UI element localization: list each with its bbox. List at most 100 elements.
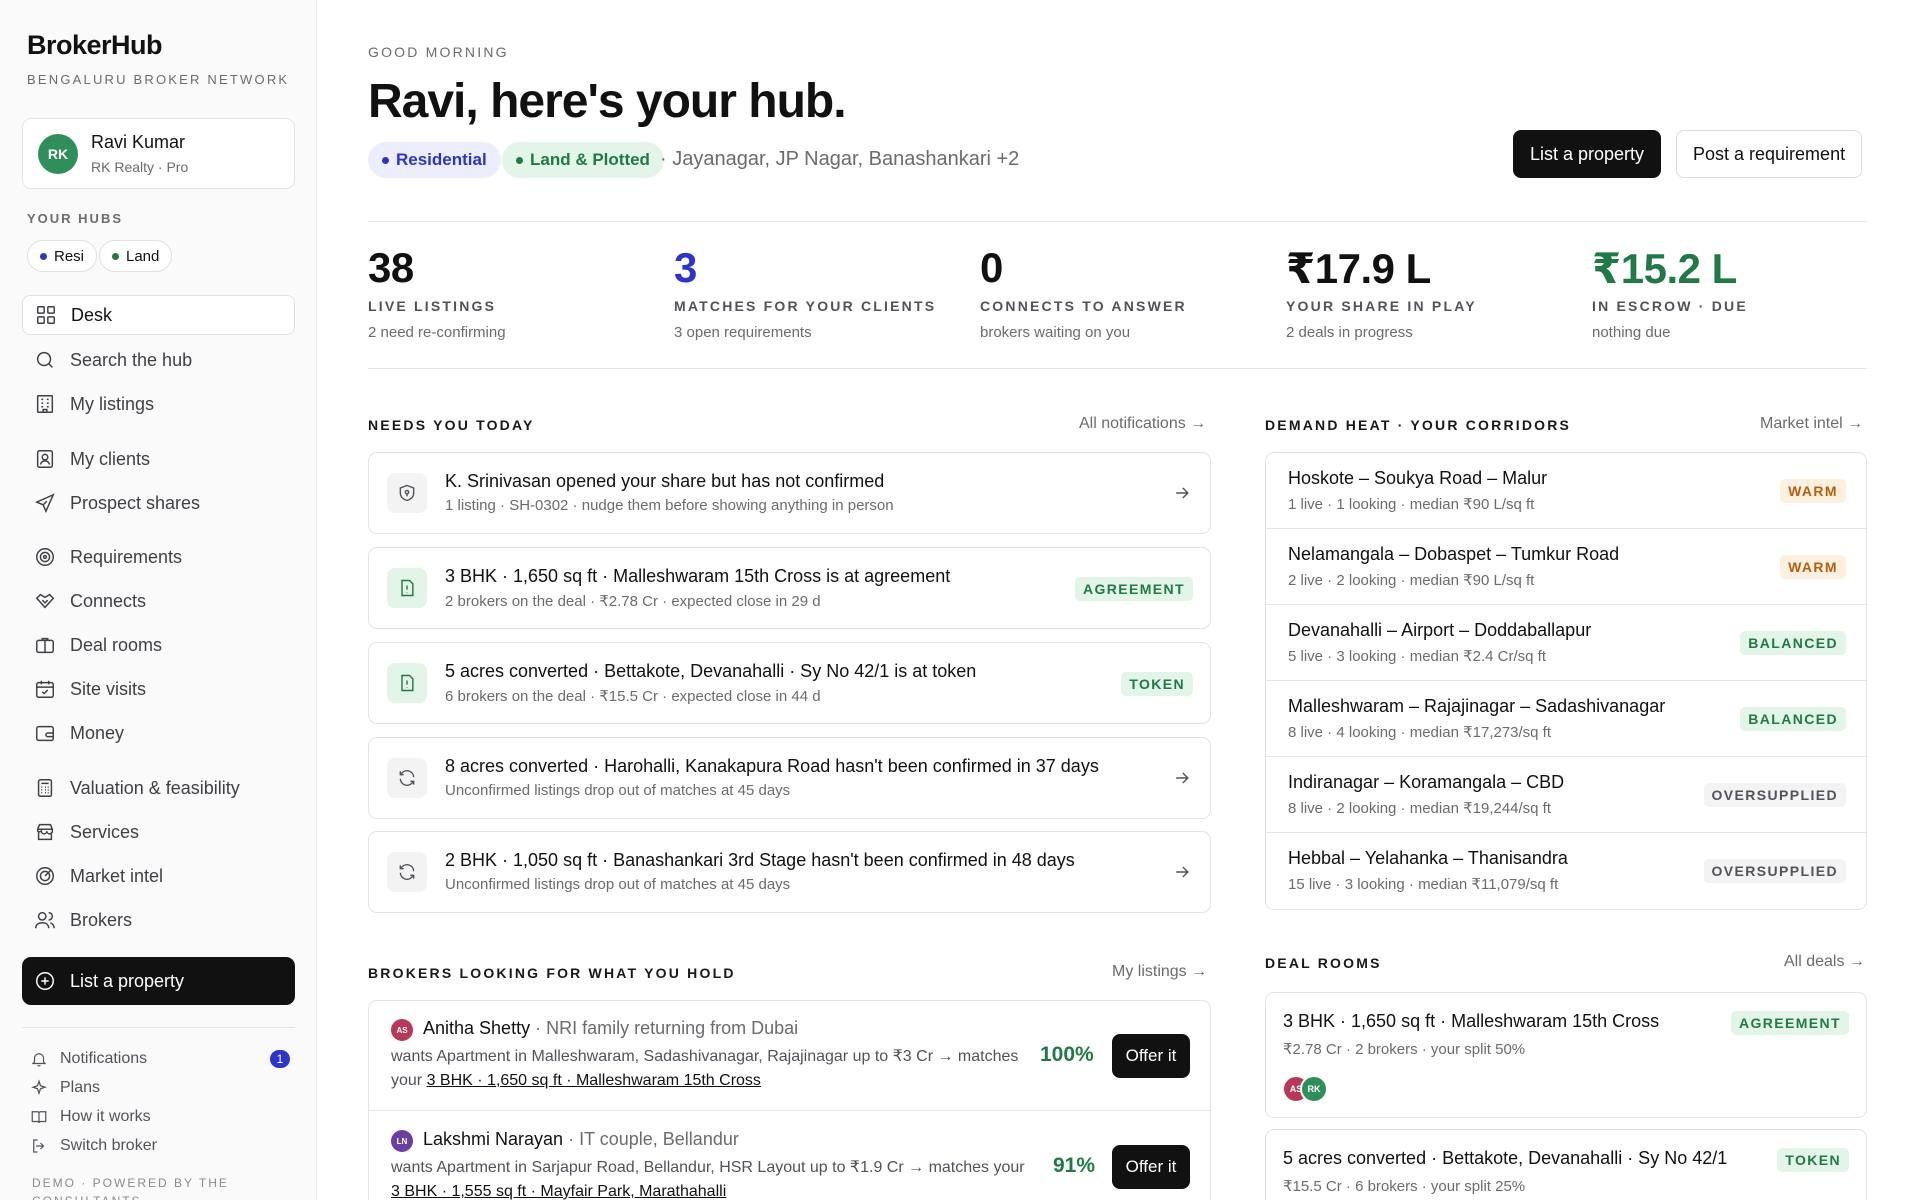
hub-chip-land[interactable]: Land bbox=[99, 240, 173, 272]
sidebar-footer-plans[interactable]: Plans bbox=[30, 1076, 290, 1100]
all-notifications-link[interactable]: All notifications → bbox=[1079, 415, 1206, 433]
status-badge: AGREEMENT bbox=[1730, 1011, 1849, 1035]
notification-sub: 6 brokers on the deal · ₹15.5 Cr · expec… bbox=[445, 688, 821, 705]
stat-escrow[interactable]: ₹15.2 L IN ESCROW · DUE nothing due bbox=[1592, 244, 1892, 341]
sidebar-item-services[interactable]: Services bbox=[22, 812, 295, 852]
avatar: LN bbox=[391, 1130, 413, 1152]
arrow-right-icon[interactable] bbox=[1172, 862, 1192, 882]
status-badge: TOKEN bbox=[1777, 1148, 1849, 1172]
sidebar-item-market-intel[interactable]: Market intel bbox=[22, 856, 295, 896]
chip-land-plotted[interactable]: Land & Plotted bbox=[502, 142, 664, 178]
notification-sub: Unconfirmed listings drop out of matches… bbox=[445, 876, 791, 893]
stat-value: 3 bbox=[674, 244, 697, 291]
sidebar-item-site-visits[interactable]: Site visits bbox=[22, 669, 295, 709]
stat-label: YOUR SHARE IN PLAY bbox=[1286, 298, 1477, 314]
greeting: GOOD MORNING bbox=[368, 44, 509, 60]
my-listings-link[interactable]: My listings → bbox=[1112, 963, 1207, 981]
broker-name[interactable]: Lakshmi Narayan bbox=[423, 1129, 563, 1149]
user-name: Ravi Kumar bbox=[91, 132, 186, 152]
notification-sub: 1 listing · SH-0302 · nudge them before … bbox=[445, 497, 894, 514]
deal-meta: ₹2.78 Cr · 2 brokers · your split 50% bbox=[1283, 1041, 1526, 1058]
corridor-meta: 8 live · 4 looking · median ₹17,273/sq f… bbox=[1288, 724, 1552, 741]
corridor-row[interactable]: Malleshwaram – Rajajinagar – Sadashivana… bbox=[1266, 681, 1866, 757]
stat-label: LIVE LISTINGS bbox=[368, 298, 497, 314]
notification-item[interactable]: K. Srinivasan opened your share but has … bbox=[368, 452, 1211, 534]
broker-name[interactable]: Anitha Shetty bbox=[423, 1018, 530, 1038]
all-deals-link[interactable]: All deals → bbox=[1784, 953, 1865, 971]
wallet-icon bbox=[36, 725, 54, 742]
sidebar-list-property-button[interactable]: List a property bbox=[22, 957, 295, 1005]
stat-share-in-play[interactable]: ₹17.9 L YOUR SHARE IN PLAY 2 deals in pr… bbox=[1286, 244, 1586, 341]
deal-room-card[interactable]: 5 acres converted · Bettakote, Devanahal… bbox=[1265, 1129, 1867, 1200]
market-intel-link[interactable]: Market intel → bbox=[1760, 415, 1863, 433]
footer-item-label: How it works bbox=[60, 1108, 151, 1125]
sidebar-item-deal-rooms[interactable]: Deal rooms bbox=[22, 625, 295, 665]
arrow-right-icon[interactable] bbox=[1172, 768, 1192, 788]
stat-connects[interactable]: 0 CONNECTS TO ANSWER brokers waiting on … bbox=[980, 244, 1280, 341]
corridor-meta: 2 live · 2 looking · median ₹90 L/sq ft bbox=[1288, 572, 1535, 589]
sidebar-footer-switch-broker[interactable]: Switch broker bbox=[30, 1134, 290, 1158]
post-requirement-button[interactable]: Post a requirement bbox=[1676, 130, 1863, 178]
corridor-row[interactable]: Devanahalli – Airport – Doddaballapur 5 … bbox=[1266, 605, 1866, 681]
status-badge: OVERSUPPLIED bbox=[1703, 783, 1846, 807]
corridor-row[interactable]: Hoskote – Soukya Road – Malur 1 live · 1… bbox=[1266, 453, 1866, 529]
corridor-row[interactable]: Indiranagar – Koramangala – CBD 8 live ·… bbox=[1266, 757, 1866, 833]
matched-listing-link[interactable]: 3 BHK · 1,555 sq ft · Mayfair Park, Mara… bbox=[391, 1183, 726, 1200]
hub-chip-resi[interactable]: Resi bbox=[27, 240, 98, 272]
matched-listing-link[interactable]: 3 BHK · 1,650 sq ft · Malleshwaram 15th … bbox=[427, 1072, 761, 1089]
notification-item[interactable]: 3 BHK · 1,650 sq ft · Malleshwaram 15th … bbox=[368, 547, 1211, 629]
stat-matches[interactable]: 3 MATCHES FOR YOUR CLIENTS 3 open requir… bbox=[674, 244, 974, 341]
status-badge: TOKEN bbox=[1121, 672, 1193, 696]
sidebar-footer-notifications[interactable]: Notifications 1 bbox=[30, 1047, 290, 1071]
offer-it-button[interactable]: Offer it bbox=[1112, 1034, 1190, 1078]
logout-icon bbox=[33, 1139, 45, 1153]
notification-item[interactable]: 8 acres converted · Harohalli, Kanakapur… bbox=[368, 737, 1211, 819]
deal-room-card[interactable]: 3 BHK · 1,650 sq ft · Malleshwaram 15th … bbox=[1265, 992, 1867, 1118]
offer-it-button[interactable]: Offer it bbox=[1112, 1145, 1190, 1189]
hubs-label: YOUR HUBS bbox=[27, 211, 124, 226]
broker-name-line: Anitha Shetty · NRI family returning fro… bbox=[423, 1018, 798, 1039]
bell-icon bbox=[31, 1053, 47, 1067]
corridor-name: Devanahalli – Airport – Doddaballapur bbox=[1288, 620, 1592, 640]
sidebar-item-requirements[interactable]: Requirements bbox=[22, 537, 295, 577]
notification-item[interactable]: 5 acres converted · Bettakote, Devanahal… bbox=[368, 642, 1211, 724]
user-card[interactable]: RK Ravi Kumar RK Realty · Pro bbox=[22, 118, 295, 189]
broker-match-row[interactable]: AS Anitha Shetty · NRI family returning … bbox=[369, 1001, 1210, 1111]
sidebar-item-my-listings[interactable]: My listings bbox=[22, 384, 295, 424]
search-icon bbox=[36, 351, 53, 368]
status-badge: OVERSUPPLIED bbox=[1703, 859, 1846, 883]
sidebar-item-label: Brokers bbox=[70, 909, 133, 930]
broker-name-line: Lakshmi Narayan · IT couple, Bellandur bbox=[423, 1129, 739, 1150]
plus-circle-icon bbox=[36, 972, 54, 990]
sidebar-item-valuation[interactable]: Valuation & feasibility bbox=[22, 768, 295, 808]
demand-heat-list: Hoskote – Soukya Road – Malur 1 live · 1… bbox=[1265, 452, 1867, 910]
notification-icon-wrap bbox=[387, 758, 427, 798]
arrow-right-icon[interactable] bbox=[1172, 483, 1192, 503]
sidebar-item-money[interactable]: Money bbox=[22, 713, 295, 753]
corridor-meta: 15 live · 3 looking · median ₹11,079/sq … bbox=[1288, 876, 1559, 893]
sidebar-footer-how-it-works[interactable]: How it works bbox=[30, 1105, 290, 1129]
stat-label: CONNECTS TO ANSWER bbox=[980, 298, 1187, 314]
brand-logo[interactable]: BrokerHub bbox=[27, 30, 163, 61]
sidebar-item-label: My listings bbox=[70, 393, 155, 414]
status-badge: WARM bbox=[1780, 555, 1846, 579]
sidebar-item-connects[interactable]: Connects bbox=[22, 581, 295, 621]
sidebar-item-label: Money bbox=[70, 722, 125, 743]
corridor-row[interactable]: Hebbal – Yelahanka – Thanisandra 15 live… bbox=[1266, 833, 1866, 909]
sidebar-item-my-clients[interactable]: My clients bbox=[22, 439, 295, 479]
chip-residential[interactable]: Residential bbox=[368, 142, 501, 178]
stat-live-listings[interactable]: 38 LIVE LISTINGS 2 need re-confirming bbox=[368, 244, 668, 341]
sidebar-item-prospect-shares[interactable]: Prospect shares bbox=[22, 483, 295, 523]
notification-item[interactable]: 2 BHK · 1,050 sq ft · Banashankari 3rd S… bbox=[368, 831, 1211, 913]
status-badge: AGREEMENT bbox=[1074, 577, 1193, 601]
refresh-icon bbox=[399, 770, 415, 786]
corridor-row[interactable]: Nelamangala – Dobaspet – Tumkur Road 2 l… bbox=[1266, 529, 1866, 605]
sidebar-item-desk[interactable]: Desk bbox=[22, 295, 295, 335]
list-property-button[interactable]: List a property bbox=[1513, 130, 1662, 178]
status-badge: BALANCED bbox=[1740, 707, 1846, 731]
stat-sub: 2 need re-confirming bbox=[368, 324, 506, 341]
sidebar-item-search[interactable]: Search the hub bbox=[22, 340, 295, 380]
broker-match-row[interactable]: LN Lakshmi Narayan · IT couple, Bellandu… bbox=[369, 1112, 1210, 1200]
divider bbox=[368, 221, 1867, 222]
sidebar-item-brokers[interactable]: Brokers bbox=[22, 900, 295, 940]
